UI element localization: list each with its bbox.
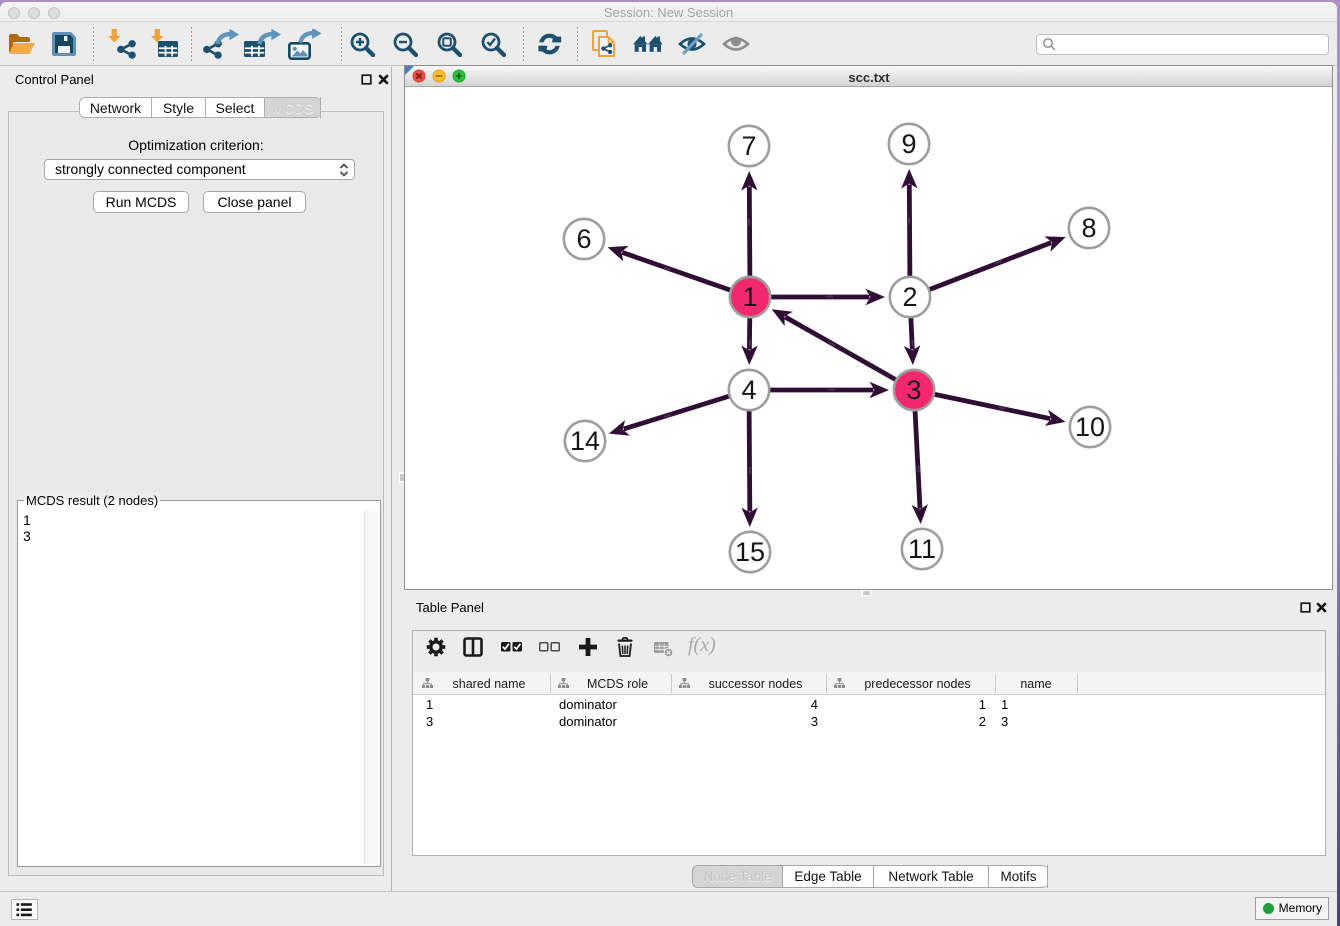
svg-text:3: 3	[906, 375, 921, 405]
svg-text:11: 11	[908, 534, 936, 564]
svg-text:8: 8	[1081, 213, 1096, 243]
svg-text:9: 9	[901, 129, 916, 159]
svg-text:15: 15	[735, 537, 765, 567]
svg-text:4: 4	[741, 375, 756, 405]
svg-text:7: 7	[741, 131, 756, 161]
svg-text:10: 10	[1075, 412, 1105, 442]
svg-text:6: 6	[576, 224, 591, 254]
svg-text:1: 1	[742, 282, 757, 312]
svg-text:14: 14	[570, 426, 600, 456]
svg-text:2: 2	[902, 282, 917, 312]
